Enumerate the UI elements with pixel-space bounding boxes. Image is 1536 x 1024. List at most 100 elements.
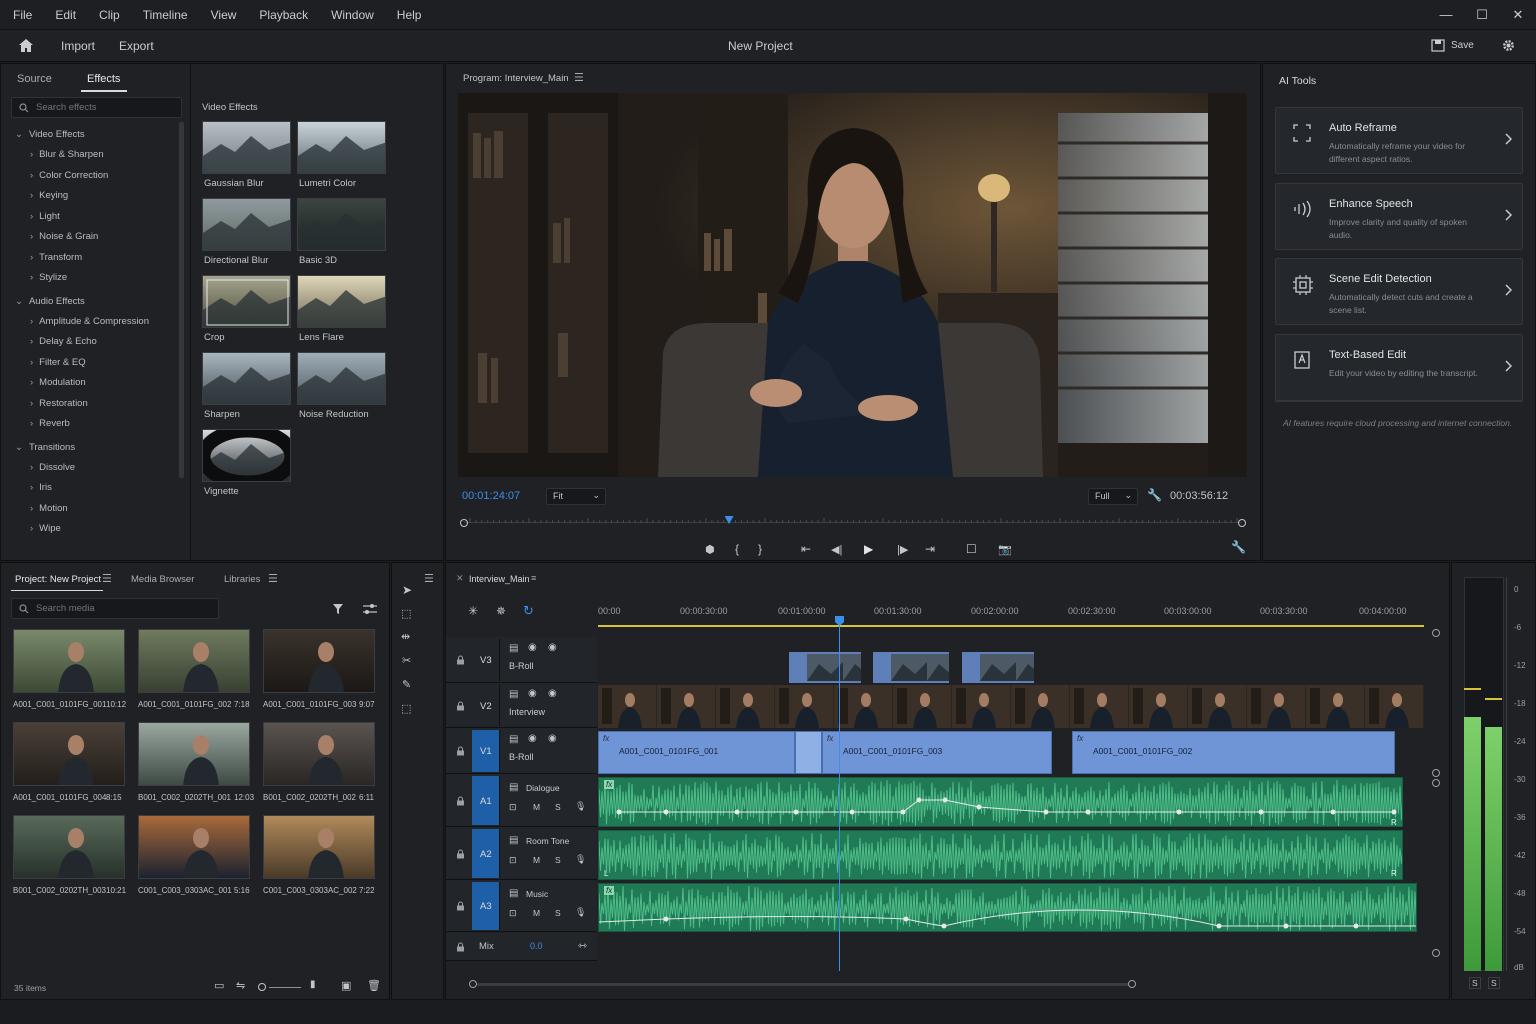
marquee-icon[interactable]: ⬚ — [401, 702, 411, 715]
ai-card-text-based-edit[interactable]: Text-Based Edit Edit your video by editin… — [1275, 333, 1523, 401]
razor-icon[interactable]: ✂ — [402, 654, 411, 667]
effect-thumbnail[interactable] — [297, 121, 386, 174]
program-scrub-bar[interactable] — [460, 516, 1246, 530]
lock-icon[interactable] — [456, 746, 465, 756]
track-target-toggle[interactable]: V2 — [472, 685, 500, 726]
timeline-ruler[interactable]: 00:00 00:00:30:00 00:01:00:00 00:01:30:00 00… — [598, 606, 1428, 626]
current-timecode[interactable]: 00:01:24:07 — [462, 490, 520, 502]
safe-margins-icon[interactable]: ☐ — [966, 542, 977, 556]
eye-icon[interactable]: ◉ — [548, 642, 557, 653]
mark-out-icon[interactable]: } — [758, 542, 762, 556]
selection-tool-icon[interactable]: ➤ — [402, 583, 412, 597]
zoom-slider-handle[interactable] — [258, 983, 266, 991]
transition[interactable] — [795, 731, 822, 774]
v1-clip[interactable]: fx A001_C001_0101FG_003 — [822, 731, 1052, 774]
maximize-icon[interactable]: ☐ — [1464, 7, 1500, 23]
marker-icon[interactable]: ⬢ — [705, 543, 715, 556]
ai-card-scene-edit-detection[interactable]: Scene Edit Detection Automatically detect… — [1275, 258, 1523, 325]
track-target-toggle[interactable]: A1 — [472, 776, 500, 825]
solo-button[interactable]: S — [555, 908, 561, 918]
horizontal-scrollbar[interactable] — [477, 983, 1129, 986]
menu-timeline[interactable]: Timeline — [130, 8, 198, 22]
lock-icon[interactable] — [456, 849, 465, 859]
mic-icon[interactable]: 🎙 — [575, 907, 586, 918]
minimize-icon[interactable]: — — [1428, 7, 1464, 22]
keyframe-icon[interactable]: ⊡ — [509, 802, 517, 813]
v2-interview-clip[interactable] — [598, 685, 1424, 728]
lock-icon[interactable] — [456, 942, 465, 952]
eye-icon[interactable]: ◉ — [548, 733, 557, 744]
effect-thumbnail[interactable] — [202, 198, 291, 251]
effect-thumbnail[interactable] — [297, 198, 386, 251]
effect-thumbnail[interactable] — [202, 275, 291, 328]
new-bin-icon[interactable]: ▣ — [341, 979, 351, 992]
wrench-icon[interactable]: 🔧 — [1147, 488, 1162, 502]
effect-thumbnail[interactable] — [202, 121, 291, 174]
in-point-handle[interactable] — [460, 519, 468, 527]
keyframe-icon[interactable]: ⊡ — [509, 908, 517, 919]
export-frame-icon[interactable]: 📷 — [998, 543, 1012, 556]
import-button[interactable]: Import — [61, 39, 95, 53]
lock-icon[interactable] — [456, 796, 465, 806]
sync-lock-icon[interactable]: ◉ — [528, 642, 537, 653]
gear-icon[interactable] — [1501, 38, 1516, 53]
solo-left-button[interactable]: S — [1469, 977, 1481, 989]
track-target-toggle[interactable]: V1 — [472, 730, 500, 772]
media-thumbnail[interactable] — [263, 722, 375, 786]
mark-in-icon[interactable]: { — [735, 542, 739, 556]
close-tab-icon[interactable]: ✕ — [456, 573, 464, 584]
eye-icon[interactable]: ◉ — [548, 688, 557, 699]
menu-playback[interactable]: Playback — [246, 8, 318, 22]
zoom-select[interactable]: Fit ⌄ — [546, 488, 606, 505]
media-thumbnail[interactable] — [263, 629, 375, 693]
trash-icon[interactable]: 🗑 — [367, 979, 381, 992]
zoom-in-icon[interactable]: ▮ — [310, 979, 316, 990]
sync-lock-icon[interactable]: ◉ — [528, 688, 537, 699]
ripple-edit-icon[interactable]: ⇹ — [401, 630, 410, 643]
h-scroll-end[interactable] — [1128, 980, 1136, 988]
track-select-icon[interactable]: ⬚ — [401, 607, 411, 620]
menu-window[interactable]: Window — [318, 8, 384, 22]
effect-thumbnail[interactable] — [297, 352, 386, 405]
step-forward-icon[interactable]: |▶ — [897, 543, 908, 556]
mix-link-icon[interactable]: ⇿ — [578, 939, 587, 952]
save-icon[interactable] — [1431, 39, 1445, 52]
solo-right-button[interactable]: S — [1488, 977, 1500, 989]
home-icon[interactable] — [18, 38, 34, 53]
h-scroll-start[interactable] — [469, 980, 477, 988]
timeline-tab[interactable]: Interview_Main — [469, 574, 530, 584]
menu-file[interactable]: File — [0, 8, 42, 22]
ai-card-enhance-speech[interactable]: Enhance Speech Improve clarity and qualit… — [1275, 182, 1523, 250]
menu-help[interactable]: Help — [384, 8, 432, 22]
mix-value[interactable]: 0.0 — [530, 941, 543, 951]
v3-clip[interactable] — [873, 652, 949, 683]
timeline-markers-icon[interactable]: ↻ — [523, 603, 534, 619]
program-video-frame[interactable] — [458, 93, 1247, 477]
v3-clip[interactable] — [962, 652, 1034, 683]
media-thumbnail[interactable] — [13, 722, 125, 786]
media-thumbnail[interactable] — [263, 815, 375, 879]
linked-selection-icon[interactable]: ✵ — [496, 604, 506, 618]
menu-edit[interactable]: Edit — [42, 8, 86, 22]
v1-clip[interactable]: fx A001_C001_0101FG_002 — [1072, 731, 1395, 774]
out-point-handle[interactable] — [1238, 519, 1246, 527]
program-menu-icon[interactable]: ☰ — [574, 71, 584, 84]
v1-clip[interactable]: fx A001_C001_0101FG_001 — [598, 731, 795, 774]
track-target-toggle[interactable]: A2 — [472, 829, 500, 878]
keyframe-icon[interactable]: ⊡ — [509, 855, 517, 866]
step-back-icon[interactable]: ◀| — [831, 543, 842, 556]
mic-icon[interactable]: 🎙 — [575, 854, 586, 865]
lock-icon[interactable] — [456, 901, 465, 911]
media-thumbnail[interactable] — [138, 815, 250, 879]
go-to-in-icon[interactable]: ⇤ — [801, 542, 811, 556]
effect-thumbnail[interactable] — [297, 275, 386, 328]
play-icon[interactable]: ▶ — [864, 542, 873, 556]
track-target-toggle[interactable]: A3 — [472, 882, 500, 930]
audio-clip-1[interactable] — [598, 777, 1403, 827]
lock-icon[interactable] — [456, 655, 465, 665]
ai-card-auto-reframe[interactable]: Auto Reframe Automatically reframe your v… — [1275, 107, 1523, 174]
mute-button[interactable]: M — [533, 908, 540, 918]
sort-icon[interactable]: ⇋ — [236, 979, 245, 992]
audio-clip-2[interactable] — [598, 830, 1403, 880]
timeline-tab-menu-icon[interactable]: ≡ — [531, 573, 536, 583]
